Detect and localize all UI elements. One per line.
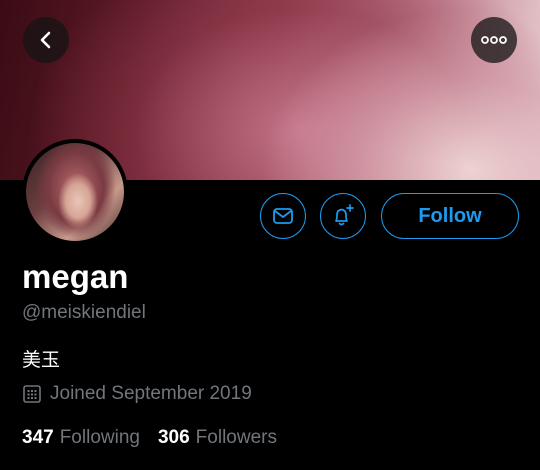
notify-button[interactable] — [320, 193, 366, 239]
envelope-icon — [273, 208, 293, 224]
profile-name: megan — [22, 258, 129, 295]
avatar-image — [26, 143, 124, 241]
profile-handle: @meiskiendiel — [22, 302, 146, 323]
followers-count[interactable]: 306 — [158, 427, 190, 449]
follow-button[interactable]: Follow — [381, 193, 519, 239]
profile-bio: 美玉 — [22, 349, 61, 371]
back-button[interactable] — [23, 17, 69, 63]
following-label[interactable]: Following — [60, 427, 140, 449]
following-count[interactable]: 347 — [22, 427, 54, 449]
bell-plus-icon — [335, 204, 354, 226]
followers-label[interactable]: Followers — [196, 427, 277, 449]
avatar[interactable] — [22, 139, 128, 245]
message-button[interactable] — [260, 193, 306, 239]
back-arrow-icon — [40, 31, 51, 49]
more-button[interactable] — [471, 17, 517, 63]
profile-stats: 347 Following 306 Followers — [22, 427, 295, 449]
calendar-icon — [23, 385, 41, 403]
joined-text: Joined September 2019 — [50, 383, 252, 404]
more-icon — [481, 36, 507, 44]
joined-date: Joined September 2019 — [22, 383, 252, 405]
